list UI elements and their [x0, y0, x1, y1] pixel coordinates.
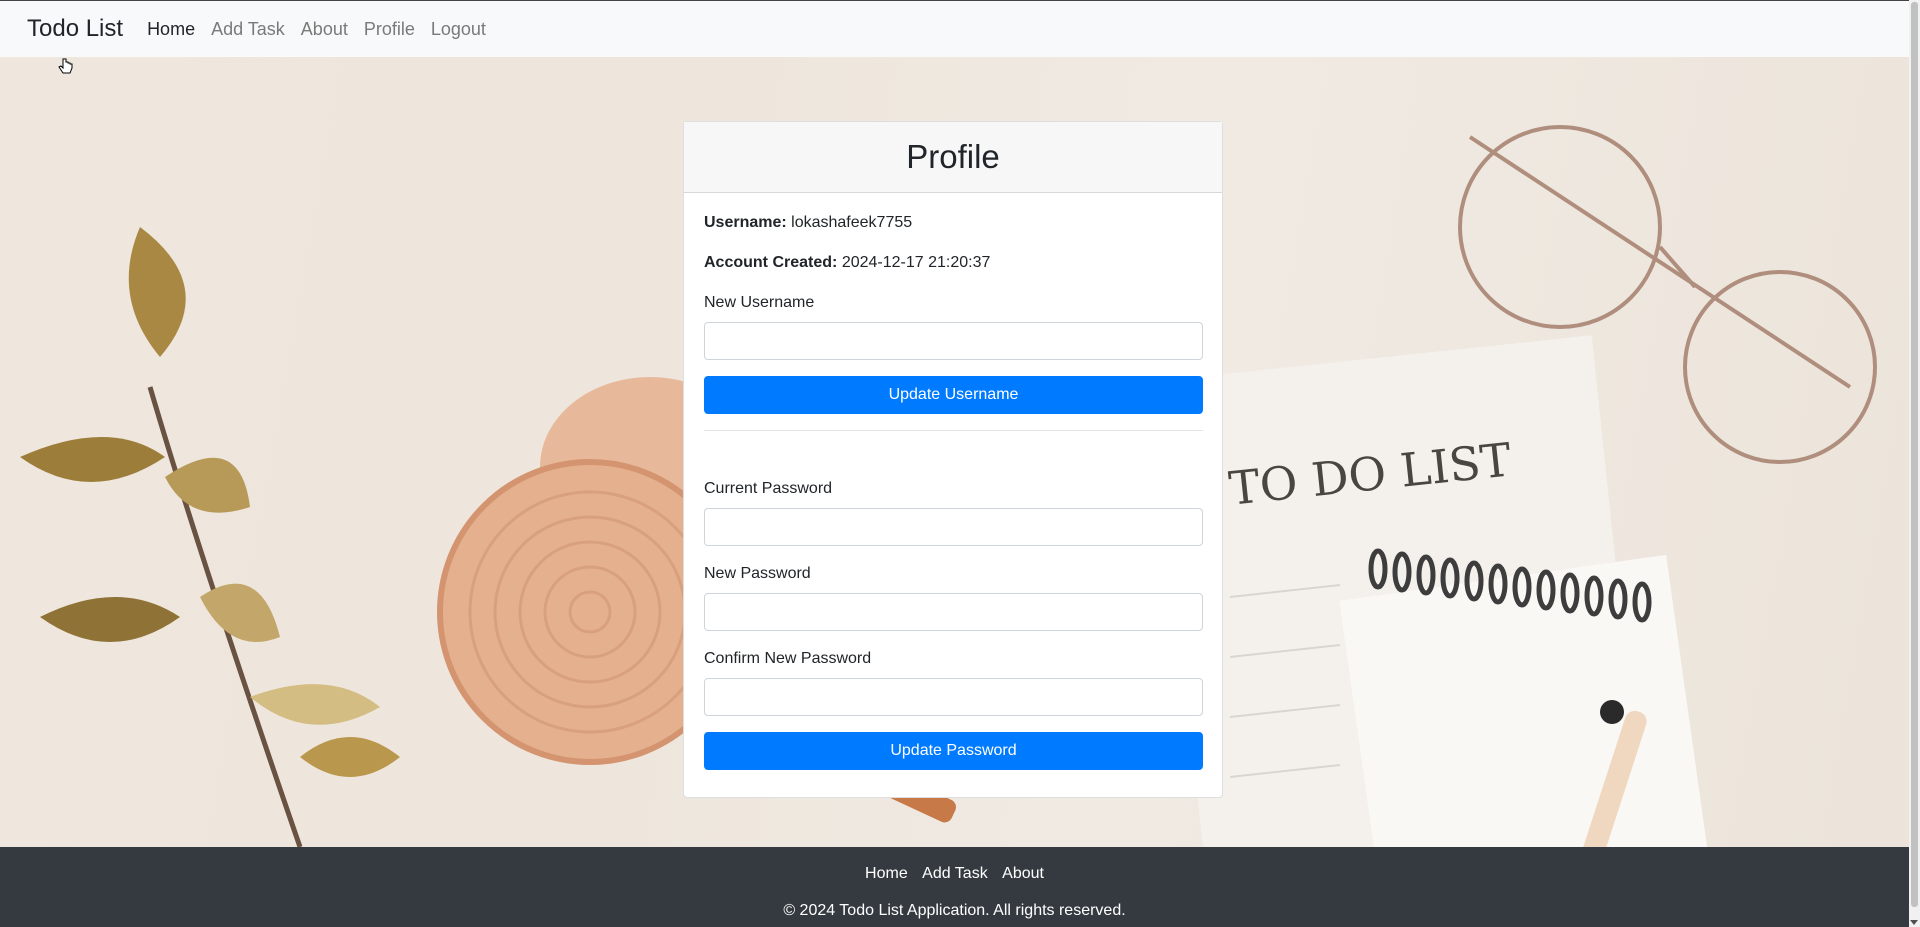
vertical-scrollbar[interactable] — [1909, 0, 1920, 927]
footer: Home Add Task About © 2024 Todo List App… — [0, 847, 1909, 927]
scrollbar-thumb[interactable] — [1911, 2, 1918, 907]
footer-add-task-link[interactable]: Add Task — [922, 865, 988, 882]
hand-cursor-icon — [58, 58, 73, 74]
new-password-input[interactable] — [704, 593, 1203, 631]
nav-logout-link[interactable]: Logout — [431, 19, 486, 40]
username-info-value: lokashafeek7755 — [791, 214, 913, 231]
username-info: Username: lokashafeek7755 — [704, 213, 1202, 233]
account-created-label: Account Created: — [704, 254, 838, 271]
footer-copyright: © 2024 Todo List Application. All rights… — [783, 902, 1126, 919]
profile-card-body: Username: lokashafeek7755 Account Create… — [684, 193, 1222, 770]
current-password-label: Current Password — [704, 480, 833, 497]
account-created-info: Account Created: 2024-12-17 21:20:37 — [704, 253, 1202, 273]
nav-home-link[interactable]: Home — [147, 19, 195, 40]
new-username-label: New Username — [704, 294, 815, 311]
update-password-button[interactable]: Update Password — [704, 732, 1203, 770]
account-created-value: 2024-12-17 21:20:37 — [841, 254, 991, 271]
confirm-password-input[interactable] — [704, 678, 1203, 716]
current-password-input[interactable] — [704, 508, 1203, 546]
profile-card-header: Profile — [684, 122, 1222, 193]
scroll-down-arrow-icon[interactable] — [1910, 920, 1918, 925]
nav-about-link[interactable]: About — [301, 19, 348, 40]
nav-profile-link[interactable]: Profile — [364, 19, 415, 40]
section-divider — [704, 430, 1203, 431]
confirm-password-label: Confirm New Password — [704, 650, 872, 667]
footer-about-link[interactable]: About — [1002, 865, 1044, 882]
plant-illustration — [20, 227, 400, 847]
page-title: Profile — [906, 138, 1000, 175]
footer-home-link[interactable]: Home — [865, 865, 908, 882]
profile-card: Profile Username: lokashafeek7755 Accoun… — [683, 121, 1223, 798]
nav-add-task-link[interactable]: Add Task — [211, 19, 285, 40]
update-username-button[interactable]: Update Username — [704, 376, 1203, 414]
brand-link[interactable]: Todo List — [27, 15, 123, 43]
new-password-label: New Password — [704, 565, 811, 582]
username-info-label: Username: — [704, 214, 787, 231]
top-navbar: Todo List Home Add Task About Profile Lo… — [0, 0, 1909, 57]
new-username-input[interactable] — [704, 322, 1203, 360]
footer-nav: Home Add Task About — [0, 847, 1909, 883]
